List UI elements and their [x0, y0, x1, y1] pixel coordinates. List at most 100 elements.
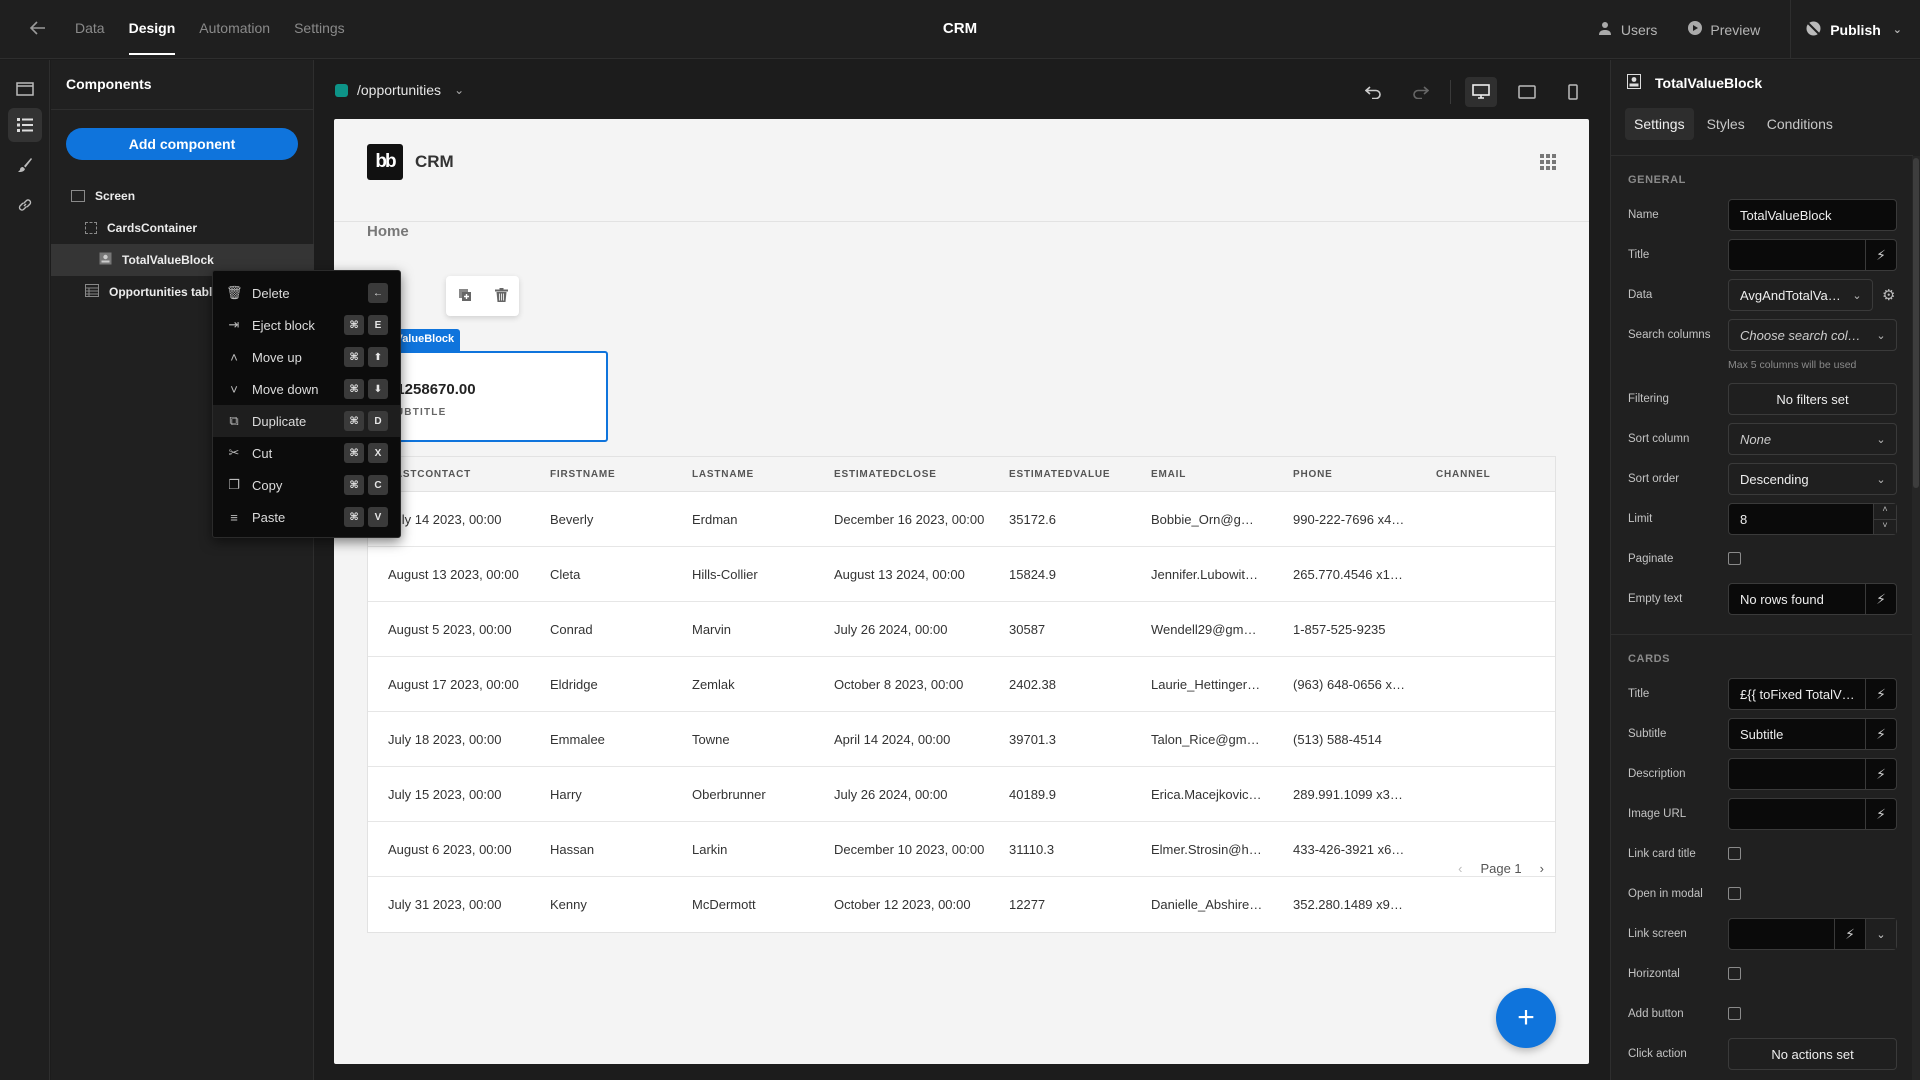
limit-stepper[interactable]: 8 ˄ ˅: [1728, 503, 1897, 535]
sort-order-select[interactable]: Descending ⌄: [1728, 463, 1897, 495]
redo-icon[interactable]: [1404, 77, 1436, 107]
table-row[interactable]: July 31 2023, 00:00 Kenny McDermott October…: [368, 877, 1555, 932]
table-cell-estimatedvalue: 15824.9: [1009, 566, 1056, 582]
menu-item-move-up[interactable]: ˄ Move up ⌘ ⬆: [213, 341, 400, 373]
nav-home-link[interactable]: Home: [367, 223, 409, 240]
filtering-button[interactable]: No filters set: [1728, 383, 1897, 415]
description-input[interactable]: ⚡︎: [1728, 758, 1897, 790]
tablet-view-icon[interactable]: [1511, 77, 1543, 107]
link-card-title-checkbox[interactable]: [1728, 847, 1741, 860]
menu-item-delete[interactable]: 🗑 Delete ←: [213, 277, 400, 309]
link-icon[interactable]: [8, 188, 42, 222]
sort-column-select[interactable]: None ⌄: [1728, 423, 1897, 455]
column-header-estimatedvalue[interactable]: ESTIMATEDVALUE: [989, 469, 1131, 480]
table-row[interactable]: July 15 2023, 00:00 Harry Oberbrunner July …: [368, 767, 1555, 822]
column-header-phone[interactable]: PHONE: [1273, 469, 1416, 480]
table-row[interactable]: August 5 2023, 00:00 Conrad Marvin July 26 …: [368, 602, 1555, 657]
add-row-fab[interactable]: +: [1496, 988, 1556, 1048]
binding-bolt-icon[interactable]: ⚡︎: [1865, 719, 1896, 749]
mobile-view-icon[interactable]: [1557, 77, 1589, 107]
menu-item-duplicate[interactable]: ⧉ Duplicate ⌘ D: [213, 405, 400, 437]
tree-item-cardscontainer[interactable]: CardsContainer: [51, 212, 314, 244]
card-title-input[interactable]: £{{ toFixed TotalV… ⚡︎: [1728, 678, 1897, 710]
menu-item-copy[interactable]: ❐ Copy ⌘ C: [213, 469, 400, 501]
nav-design[interactable]: Design: [128, 20, 176, 55]
table-row[interactable]: August 13 2023, 00:00 Cleta Hills-Collier A…: [368, 547, 1555, 602]
menu-item-move-down[interactable]: ˅ Move down ⌘ ⬇: [213, 373, 400, 405]
click-action-button[interactable]: No actions set: [1728, 1038, 1897, 1070]
table-row[interactable]: August 17 2023, 00:00 Eldridge Zemlak Octob…: [368, 657, 1555, 712]
binding-bolt-icon[interactable]: ⚡︎: [1865, 584, 1896, 614]
duplicate-icon: ⧉: [229, 413, 239, 428]
image-url-input[interactable]: ⚡︎: [1728, 798, 1897, 830]
nav-settings[interactable]: Settings: [294, 20, 345, 55]
preview-button[interactable]: Preview: [1687, 20, 1760, 39]
tree-item-screen[interactable]: Screen: [51, 180, 314, 212]
settings-scrollbar[interactable]: [1912, 156, 1920, 1080]
nav-data[interactable]: Data: [75, 20, 105, 55]
scissors-icon: ✂: [228, 445, 240, 460]
chevron-down-icon[interactable]: ⌄: [1893, 23, 1902, 36]
binding-bolt-icon[interactable]: ⚡︎: [1865, 679, 1896, 709]
trash-icon[interactable]: [494, 287, 508, 305]
horizontal-checkbox[interactable]: [1728, 967, 1741, 980]
table-cell-estimatedvalue: 2402.38: [1009, 676, 1056, 692]
components-list-icon[interactable]: [8, 108, 42, 142]
theme-brush-icon[interactable]: [8, 148, 42, 182]
setting-filtering: Filtering No filters set: [1628, 383, 1913, 415]
nav-automation[interactable]: Automation: [199, 20, 270, 55]
paginate-checkbox[interactable]: [1728, 552, 1741, 565]
duplicate-icon[interactable]: [458, 288, 472, 305]
binding-bolt-icon[interactable]: ⚡︎: [1834, 919, 1865, 949]
sort-order-value: Descending: [1740, 471, 1809, 487]
menu-item-eject-block[interactable]: ⇥ Eject block ⌘ E: [213, 309, 400, 341]
setting-description: Description ⚡︎: [1628, 758, 1913, 790]
menu-item-cut[interactable]: ✂ Cut ⌘ X: [213, 437, 400, 469]
subtitle-input[interactable]: Subtitle ⚡︎: [1728, 718, 1897, 750]
decrement-icon[interactable]: ˅: [1874, 520, 1896, 535]
gear-icon[interactable]: ⚙: [1882, 286, 1895, 304]
binding-bolt-icon[interactable]: ⚡︎: [1865, 799, 1896, 829]
tab-styles[interactable]: Styles: [1698, 108, 1754, 140]
title-input[interactable]: ⚡︎: [1728, 239, 1897, 271]
apps-grid-icon[interactable]: [1540, 154, 1556, 170]
publish-button[interactable]: Publish ⌄: [1805, 20, 1902, 40]
search-columns-select[interactable]: Choose search col… ⌄: [1728, 319, 1897, 351]
binding-bolt-icon[interactable]: ⚡︎: [1865, 759, 1896, 789]
add-component-button[interactable]: Add component: [66, 128, 298, 160]
next-page-icon[interactable]: ›: [1540, 861, 1544, 876]
binding-bolt-icon[interactable]: ⚡︎: [1865, 240, 1896, 270]
table-row[interactable]: August 6 2023, 00:00 Hassan Larkin December…: [368, 822, 1555, 877]
back-arrow-icon[interactable]: [28, 18, 50, 40]
column-header-email[interactable]: EMAIL: [1131, 469, 1273, 480]
column-header-estimatedclose[interactable]: ESTIMATEDCLOSE: [814, 469, 989, 480]
tab-settings[interactable]: Settings: [1625, 108, 1694, 140]
add-button-checkbox[interactable]: [1728, 1007, 1741, 1020]
open-in-modal-checkbox[interactable]: [1728, 887, 1741, 900]
link-screen-input[interactable]: ⚡︎ ⌄: [1728, 918, 1897, 950]
publish-label: Publish: [1830, 21, 1881, 38]
empty-text-input[interactable]: No rows found ⚡︎: [1728, 583, 1897, 615]
column-header-channel[interactable]: CHANNEL: [1416, 469, 1557, 480]
increment-icon[interactable]: ˄: [1874, 504, 1896, 520]
users-button[interactable]: Users: [1598, 20, 1657, 39]
table-icon: [85, 284, 99, 300]
menu-item-paste[interactable]: ≡ Paste ⌘ V: [213, 501, 400, 533]
table-cell-lastcontact: July 31 2023, 00:00: [388, 897, 502, 912]
prev-page-icon[interactable]: ‹: [1458, 861, 1462, 876]
menu-item-label: Paste: [252, 509, 286, 525]
column-header-lastname[interactable]: LASTNAME: [672, 469, 814, 480]
desktop-view-icon[interactable]: [1465, 77, 1497, 107]
route-selector[interactable]: /opportunities ⌄: [335, 82, 464, 98]
data-source-select[interactable]: AvgAndTotalValue ⌄: [1728, 279, 1873, 311]
table-header: LASTCONTACT FIRSTNAME LASTNAME ESTIMATEDCLO…: [368, 457, 1555, 492]
name-input[interactable]: TotalValueBlock: [1728, 199, 1897, 231]
tab-conditions[interactable]: Conditions: [1758, 108, 1842, 140]
undo-icon[interactable]: [1358, 77, 1390, 107]
table-row[interactable]: July 14 2023, 00:00 Beverly Erdman December…: [368, 492, 1555, 547]
screens-icon[interactable]: [8, 72, 42, 106]
app-preview: bb CRM Home TotalValueBlock £1258670.00 …: [334, 119, 1589, 1064]
chevron-down-icon[interactable]: ⌄: [1865, 919, 1896, 949]
table-row[interactable]: July 18 2023, 00:00 Emmalee Towne April 14 …: [368, 712, 1555, 767]
column-header-firstname[interactable]: FIRSTNAME: [530, 469, 672, 480]
